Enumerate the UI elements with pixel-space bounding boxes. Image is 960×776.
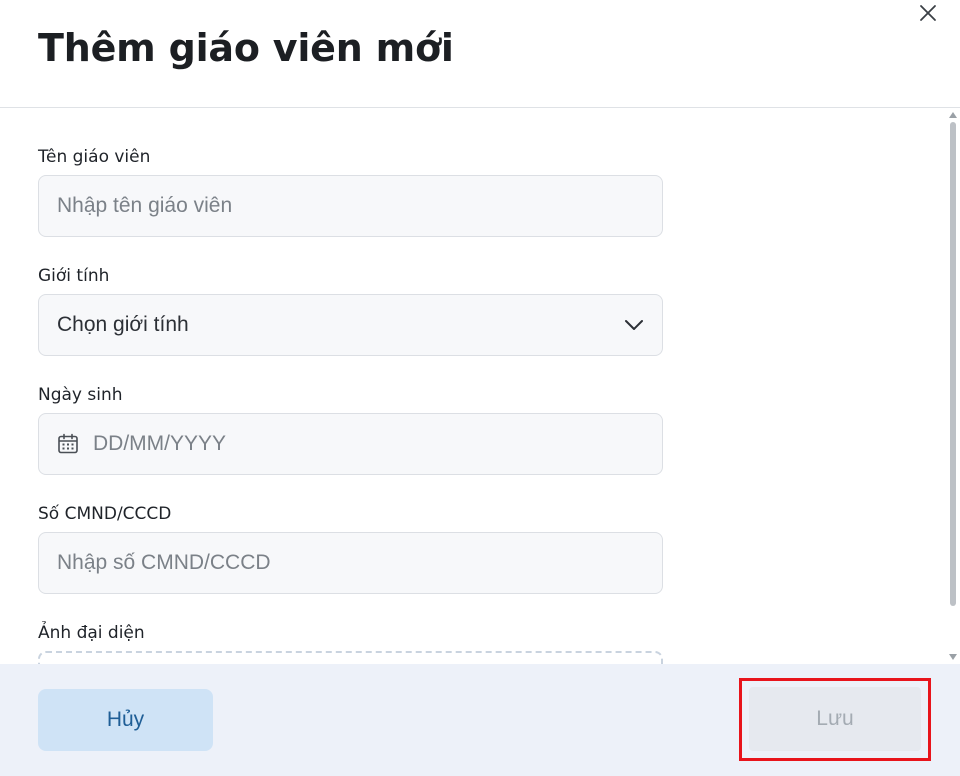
gender-label: Giới tính [38,266,110,286]
avatar-field: Ảnh đại diện [38,622,663,664]
save-button[interactable]: Lưu [749,687,921,751]
teacher-name-field: Tên giáo viên Nhập tên giáo viên [38,146,663,237]
teacher-name-label: Tên giáo viên [38,147,151,167]
teacher-name-input[interactable]: Nhập tên giáo viên [38,175,663,237]
teacher-name-placeholder: Nhập tên giáo viên [57,194,233,217]
dialog-scrollbar[interactable] [946,108,960,664]
close-button[interactable] [916,3,940,27]
chevron-down-icon [624,313,644,337]
scroll-up-arrow-icon[interactable] [949,112,957,118]
birthday-label: Ngày sinh [38,385,123,405]
gender-field: Giới tính Chọn giới tính [38,265,663,356]
avatar-label: Ảnh đại diện [38,623,145,643]
id-number-input[interactable]: Nhập số CMND/CCCD [38,532,663,594]
id-number-field: Số CMND/CCCD Nhập số CMND/CCCD [38,503,663,594]
id-number-label: Số CMND/CCCD [38,504,172,524]
avatar-upload-dropzone[interactable] [38,651,663,664]
dialog-header: Thêm giáo viên mới [0,0,960,108]
gender-select[interactable]: Chọn giới tính [38,294,663,356]
gender-selected-value: Chọn giới tính [57,313,189,336]
dialog-footer: Hủy Lưu [0,664,960,776]
add-teacher-dialog: Thêm giáo viên mới Tên giáo viên Nhập tê… [0,0,960,776]
birthday-field: Ngày sinh DD/MM/YYYY [38,384,663,475]
calendar-icon [57,433,79,455]
scroll-down-arrow-icon[interactable] [949,654,957,660]
birthday-placeholder: DD/MM/YYYY [93,432,227,455]
birthday-input[interactable]: DD/MM/YYYY [38,413,663,475]
scrollbar-thumb[interactable] [950,122,956,606]
dialog-body: Tên giáo viên Nhập tên giáo viên Giới tí… [0,108,960,664]
id-number-placeholder: Nhập số CMND/CCCD [57,551,271,574]
close-icon [919,4,937,27]
cancel-button[interactable]: Hủy [38,689,213,751]
dialog-title: Thêm giáo viên mới [38,26,454,70]
